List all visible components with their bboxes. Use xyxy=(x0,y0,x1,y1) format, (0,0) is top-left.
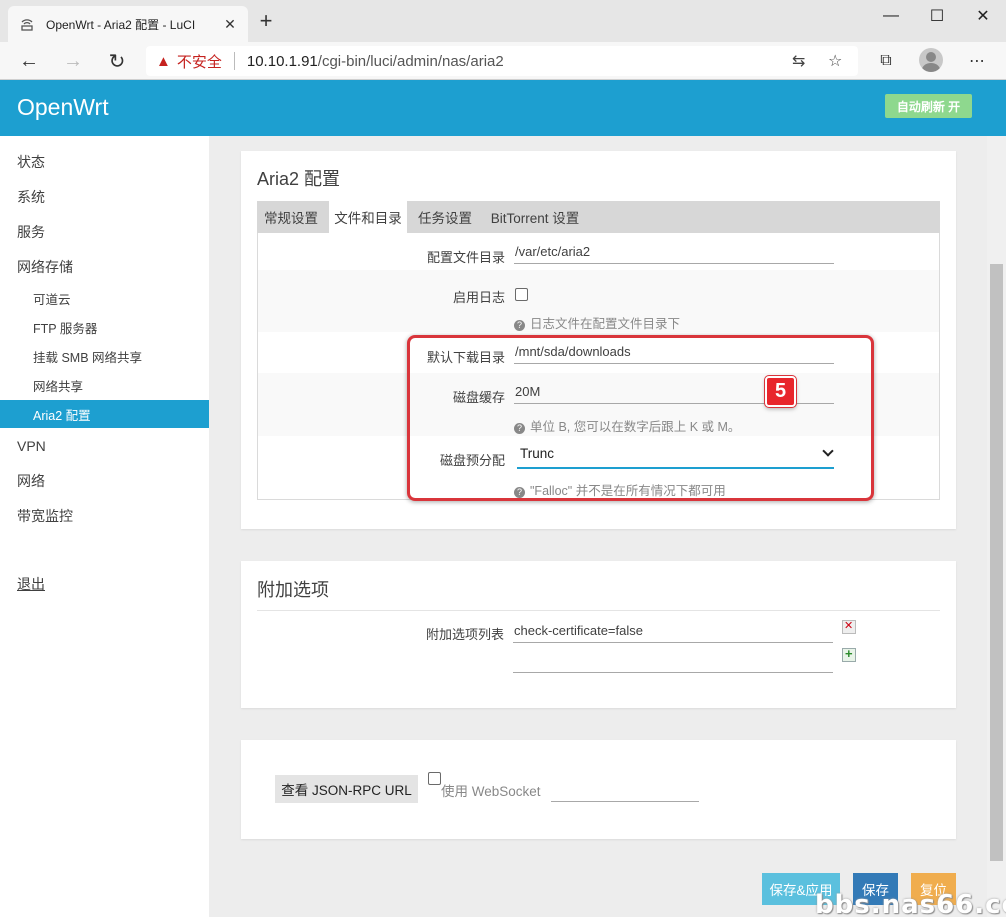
extra-options-card: 附加选项 附加选项列表 check-certificate=false xyxy=(241,561,956,708)
rpc-url-field[interactable] xyxy=(551,801,699,802)
forward-icon[interactable]: → xyxy=(58,46,88,76)
tab-title: OpenWrt - Aria2 配置 - LuCI xyxy=(46,17,196,32)
row-enable-log: 启用日志 ? 日志文件在配置文件目录下 xyxy=(258,270,939,332)
sidebar-item-nas[interactable]: 网络存储 xyxy=(0,253,209,281)
files-dirs-panel: 配置文件目录 /var/etc/aria2 启用日志 ? 日志文件在配置文件目录下… xyxy=(257,233,940,500)
address-bar[interactable]: ▲ 不安全 10.10.1.91/cgi-bin/luci/admin/nas/… xyxy=(146,46,858,76)
add-item-icon[interactable] xyxy=(842,646,856,662)
file-alloc-label: 磁盘预分配 xyxy=(439,453,505,468)
help-icon: ? xyxy=(514,320,525,331)
sidebar-item-system[interactable]: 系统 xyxy=(0,183,209,211)
download-dir-label: 默认下载目录 xyxy=(426,350,505,365)
extra-option-input-2[interactable] xyxy=(513,649,833,673)
config-tabs: 常规设置 文件和目录 任务设置 BitTorrent 设置 xyxy=(257,201,940,233)
disk-cache-label: 磁盘缓存 xyxy=(452,390,505,405)
sidebar: 状态 系统 服务 网络存储 可道云 FTP 服务器 挂载 SMB 网络共享 网络… xyxy=(0,136,209,917)
extra-option-input-1[interactable]: check-certificate=false xyxy=(513,619,833,643)
router-favicon-icon xyxy=(18,15,36,33)
new-tab-icon[interactable]: + xyxy=(254,10,278,34)
sidebar-item-vpn[interactable]: VPN xyxy=(0,432,209,460)
insecure-label: 不安全 xyxy=(176,53,222,71)
tab-files-dirs[interactable]: 文件和目录 xyxy=(329,201,407,233)
config-dir-label: 配置文件目录 xyxy=(426,250,505,265)
view-json-rpc-url-button[interactable]: 查看 JSON-RPC URL xyxy=(275,775,418,803)
sidebar-item-network[interactable]: 网络 xyxy=(0,467,209,495)
browser-tab[interactable]: OpenWrt - Aria2 配置 - LuCI ✕ xyxy=(8,6,248,42)
step-number-badge: 5 xyxy=(765,376,796,407)
browser-toolbar: ← → ↻ ▲ 不安全 10.10.1.91/cgi-bin/luci/admi… xyxy=(0,42,1006,80)
sidebar-item-aria2[interactable]: Aria2 配置 xyxy=(0,400,209,428)
warning-icon: ▲ xyxy=(156,52,171,70)
more-menu-icon[interactable]: ⋯ xyxy=(962,46,992,76)
page-scrollbar[interactable] xyxy=(987,136,1006,917)
browser-tab-bar: OpenWrt - Aria2 配置 - LuCI ✕ + — ☐ ✕ xyxy=(0,0,1006,42)
row-disk-cache: 磁盘缓存 20M ? 单位 B, 您可以在数字后跟上 K 或 M。 xyxy=(258,373,939,436)
file-alloc-select[interactable]: Trunc xyxy=(517,439,834,469)
sidebar-item-ftp[interactable]: FTP 服务器 xyxy=(0,313,209,341)
collections-icon[interactable]: ⧉ xyxy=(871,46,901,76)
card-title: Aria2 配置 xyxy=(257,169,341,189)
divider xyxy=(257,610,940,611)
watermark-text: bbs.nas66.com xyxy=(815,890,1006,917)
sidebar-item-status[interactable]: 状态 xyxy=(0,148,209,176)
brand-logo[interactable]: OpenWrt xyxy=(17,94,109,121)
address-separator xyxy=(233,52,235,70)
websocket-checkbox[interactable] xyxy=(428,772,441,785)
tab-close-icon[interactable]: ✕ xyxy=(222,16,238,33)
row-config-dir: 配置文件目录 /var/etc/aria2 xyxy=(258,233,939,270)
websocket-label: 使用 WebSocket xyxy=(441,784,541,799)
extra-options-title: 附加选项 xyxy=(257,580,329,600)
app-header: OpenWrt 自动刷新 开 xyxy=(0,80,1006,136)
scrollbar-thumb[interactable] xyxy=(990,264,1003,861)
sidebar-item-logout[interactable]: 退出 xyxy=(0,570,209,598)
download-dir-input[interactable]: /mnt/sda/downloads xyxy=(514,340,834,364)
tab-general[interactable]: 常规设置 xyxy=(257,201,325,233)
tab-bittorrent[interactable]: BitTorrent 设置 xyxy=(485,201,585,233)
sidebar-item-smb-mount[interactable]: 挂载 SMB 网络共享 xyxy=(0,342,209,370)
sidebar-item-bandwidth[interactable]: 带宽监控 xyxy=(0,502,209,530)
file-alloc-help: ? "Falloc" 并不是在所有情况下都可用 xyxy=(514,480,726,499)
file-alloc-help-text: "Falloc" 并不是在所有情况下都可用 xyxy=(530,484,726,498)
window-close-icon[interactable]: ✕ xyxy=(960,0,1006,32)
aria2-config-card: Aria2 配置 常规设置 文件和目录 任务设置 BitTorrent 设置 配… xyxy=(241,151,956,529)
disk-cache-help: ? 单位 B, 您可以在数字后跟上 K 或 M。 xyxy=(514,416,740,435)
sidebar-item-kodcloud[interactable]: 可道云 xyxy=(0,284,209,312)
enable-log-help-text: 日志文件在配置文件目录下 xyxy=(530,317,681,331)
profile-avatar[interactable] xyxy=(919,48,943,72)
remove-item-icon[interactable] xyxy=(842,619,856,634)
enable-log-help: ? 日志文件在配置文件目录下 xyxy=(514,313,680,332)
config-dir-input[interactable]: /var/etc/aria2 xyxy=(514,240,834,264)
enable-log-label: 启用日志 xyxy=(452,290,505,305)
maximize-icon[interactable]: ☐ xyxy=(914,0,960,32)
enable-log-checkbox[interactable] xyxy=(515,288,528,301)
reload-icon[interactable]: ↻ xyxy=(102,46,132,76)
file-alloc-value: Trunc xyxy=(520,446,555,461)
url-host: 10.10.1.91 xyxy=(246,52,318,70)
disk-cache-help-text: 单位 B, 您可以在数字后跟上 K 或 M。 xyxy=(530,420,741,434)
url-path: /cgi-bin/luci/admin/nas/aria2 xyxy=(317,52,504,70)
extra-list-label: 附加选项列表 xyxy=(425,627,504,642)
auto-refresh-button[interactable]: 自动刷新 开 xyxy=(885,94,972,118)
sidebar-item-services[interactable]: 服务 xyxy=(0,218,209,246)
help-icon: ? xyxy=(514,423,525,434)
chevron-down-icon xyxy=(822,445,834,457)
sidebar-item-network-share[interactable]: 网络共享 xyxy=(0,371,209,399)
row-file-alloc: 磁盘预分配 Trunc ? "Falloc" 并不是在所有情况下都可用 xyxy=(258,436,939,499)
back-icon[interactable]: ← xyxy=(14,46,44,76)
translate-icon[interactable]: ⇆ xyxy=(792,51,805,71)
row-download-dir: 默认下载目录 /mnt/sda/downloads xyxy=(258,332,939,373)
url-text: 10.10.1.91/cgi-bin/luci/admin/nas/aria2 xyxy=(247,53,504,70)
tab-task[interactable]: 任务设置 xyxy=(412,201,478,233)
help-icon: ? xyxy=(514,487,525,498)
favorite-star-icon[interactable]: ☆ xyxy=(828,51,842,71)
minimize-icon[interactable]: — xyxy=(868,0,914,32)
